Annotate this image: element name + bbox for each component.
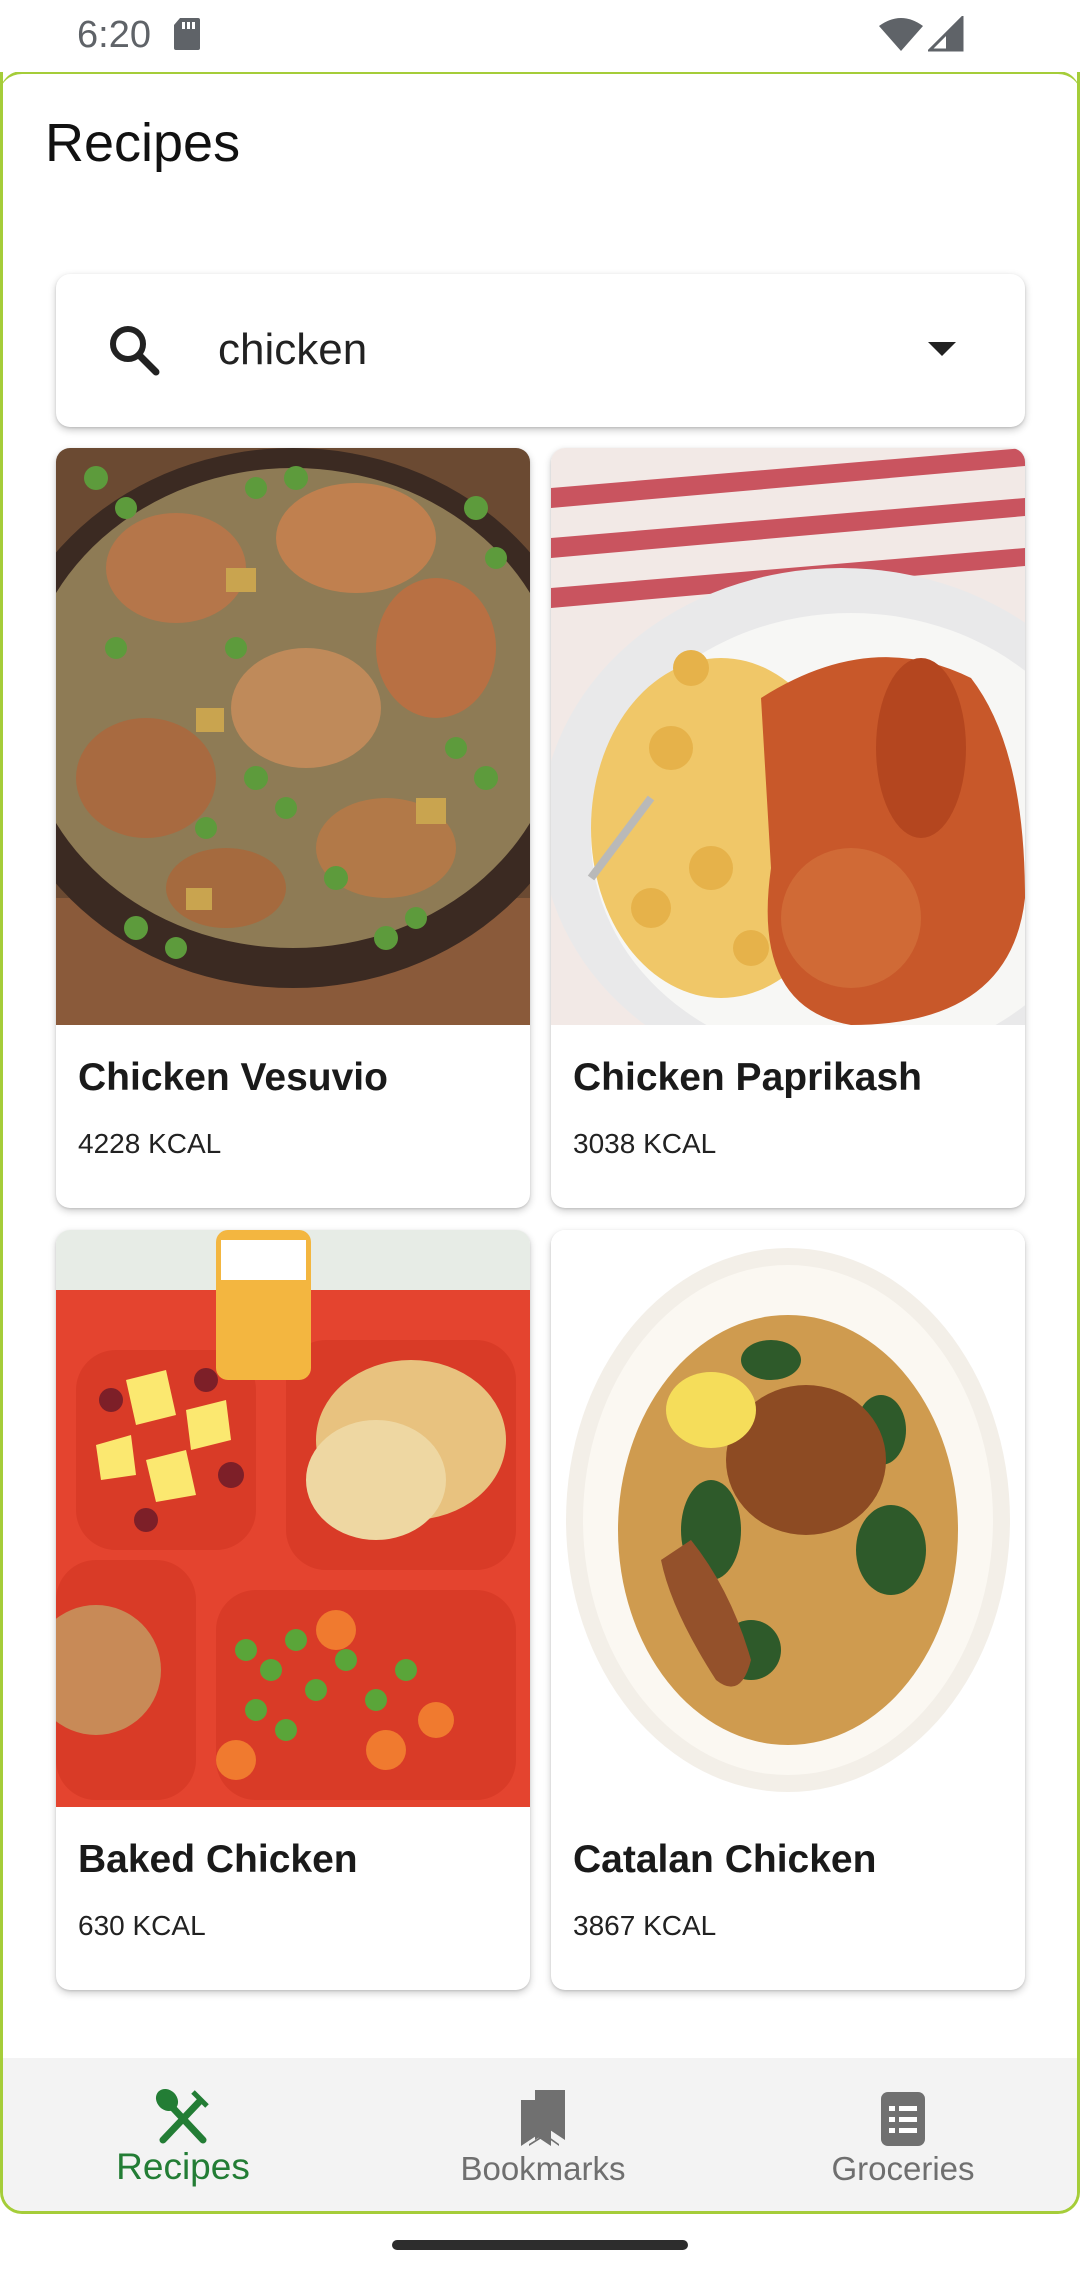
- app-frame: Recipes chicken Chicken Vesuvio 4228 KCA…: [0, 72, 1080, 2214]
- recipe-card[interactable]: Baked Chicken 630 KCAL: [56, 1230, 530, 1990]
- recipe-calories: 3038 KCAL: [573, 1128, 717, 1159]
- recipe-calories: 3867 KCAL: [573, 1910, 717, 1941]
- home-indicator[interactable]: [392, 2240, 688, 2250]
- search-icon: [110, 326, 160, 376]
- recipe-card[interactable]: Chicken Paprikash 3038 KCAL: [551, 448, 1025, 1208]
- search-bar[interactable]: [56, 274, 1025, 427]
- nav-item-recipes[interactable]: Recipes: [3, 2058, 363, 2211]
- recipe-card[interactable]: Catalan Chicken 3867 KCAL: [551, 1230, 1025, 1990]
- nav-item-groceries[interactable]: Groceries: [723, 2058, 1077, 2211]
- recipe-title: Catalan Chicken: [573, 1838, 877, 1881]
- status-time: 6:20: [77, 14, 151, 56]
- wifi-icon: [879, 18, 923, 51]
- recipe-image: [56, 1230, 530, 1807]
- bottom-navigation: Recipes Bookmarks Groceries: [3, 2058, 1077, 2211]
- nav-item-bookmarks[interactable]: Bookmarks: [363, 2058, 723, 2211]
- nav-label: Bookmarks: [460, 2150, 626, 2187]
- cellular-signal-icon: [928, 16, 964, 52]
- recipe-title: Baked Chicken: [78, 1838, 358, 1881]
- list-document-icon: [881, 2092, 925, 2146]
- recipe-image: [56, 448, 530, 1025]
- status-bar: 6:20: [0, 0, 1080, 72]
- bookmarks-icon: [521, 2090, 565, 2146]
- recipe-calories: 4228 KCAL: [78, 1128, 222, 1159]
- recipe-calories: 630 KCAL: [78, 1910, 206, 1941]
- fork-spoon-icon: [155, 2088, 209, 2144]
- recipe-title: Chicken Vesuvio: [78, 1056, 388, 1099]
- recipe-image: [551, 1230, 1025, 1807]
- dropdown-arrow-icon[interactable]: [922, 334, 962, 364]
- page-title: Recipes: [45, 113, 241, 173]
- sd-card-icon: [174, 18, 200, 50]
- recipe-grid: Chicken Vesuvio 4228 KCAL Chicken Paprik…: [56, 448, 1025, 1990]
- recipe-image: [551, 448, 1025, 1025]
- recipe-card[interactable]: Chicken Vesuvio 4228 KCAL: [56, 448, 530, 1208]
- nav-label: Groceries: [831, 2150, 975, 2187]
- search-input[interactable]: [216, 312, 916, 388]
- nav-label: Recipes: [116, 2146, 250, 2187]
- recipe-title: Chicken Paprikash: [573, 1056, 922, 1099]
